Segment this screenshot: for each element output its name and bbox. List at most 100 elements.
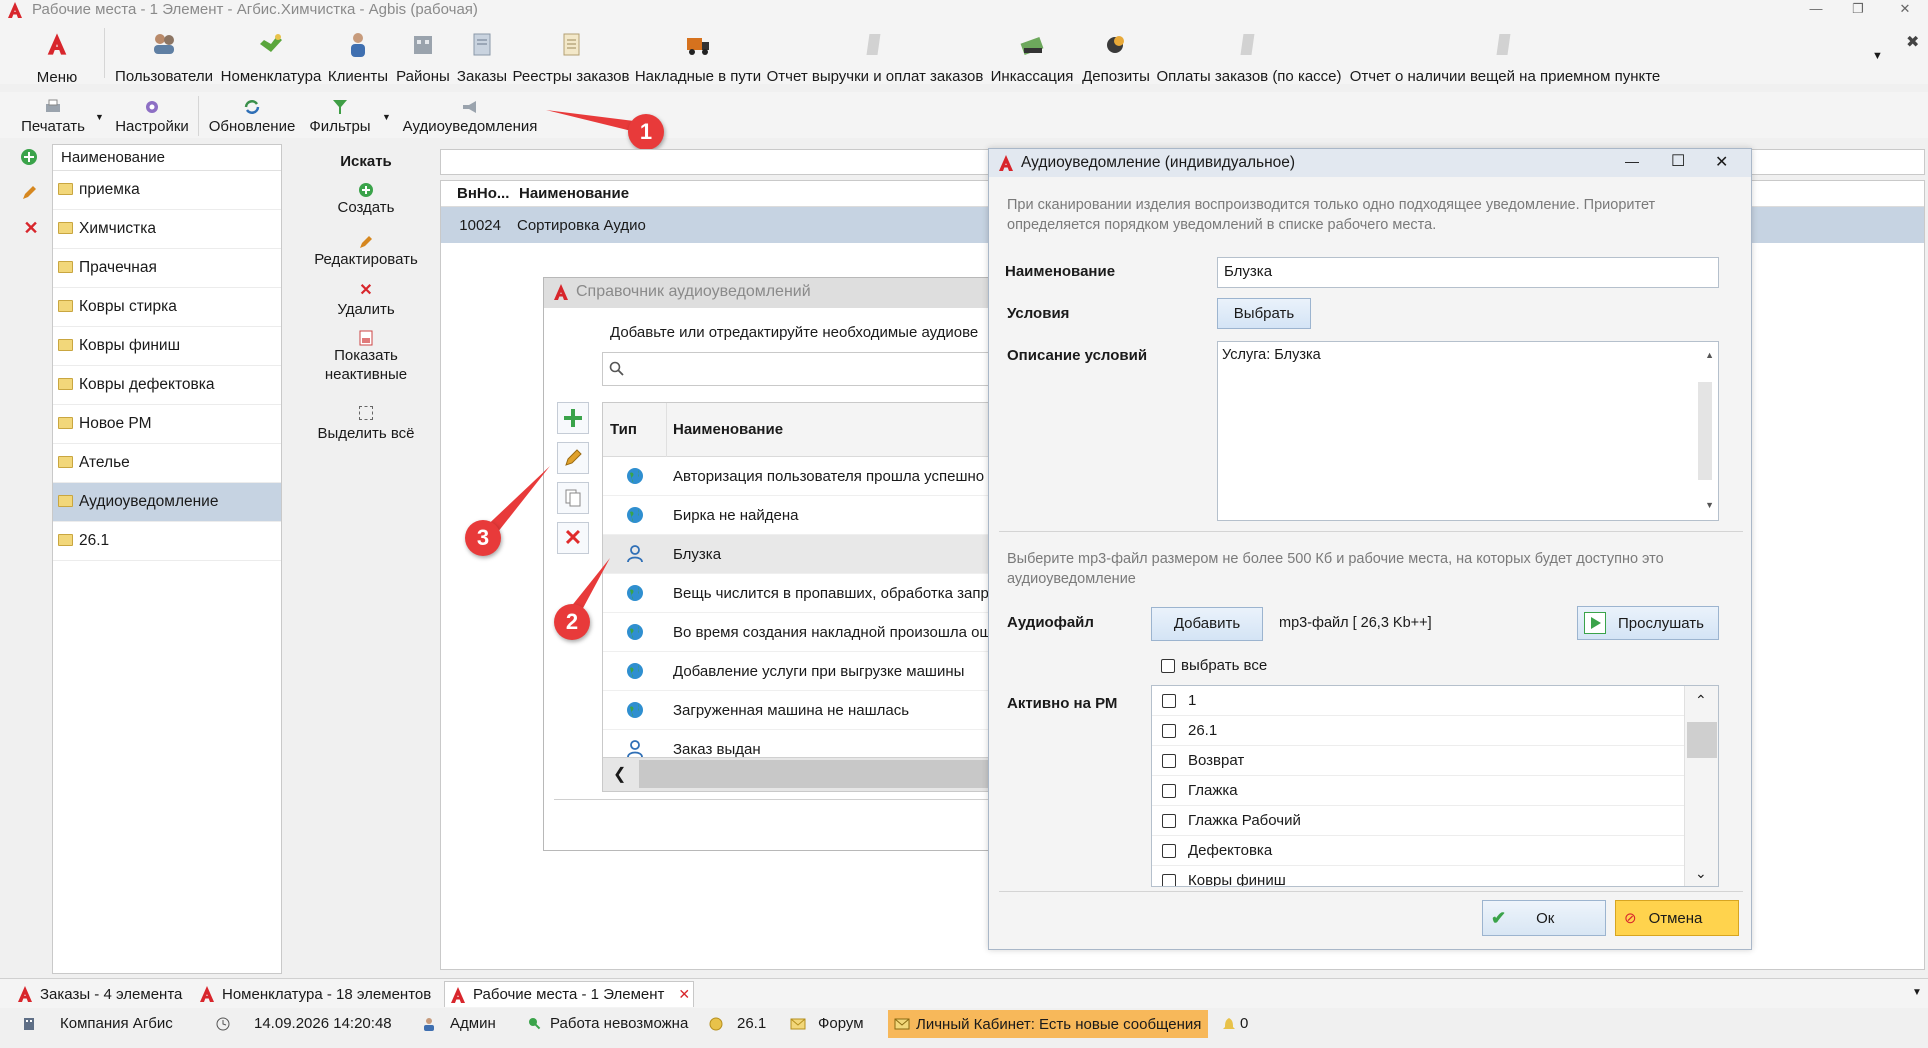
- scroll-down-icon[interactable]: ▼: [1705, 500, 1714, 510]
- tab-nomenclature[interactable]: Номенклатура - 18 элементов: [198, 981, 438, 1007]
- list-item[interactable]: Химчистка: [53, 210, 281, 249]
- table-row[interactable]: Добавление услуги при выгрузке машины: [603, 652, 1013, 691]
- refresh-button[interactable]: Обновление: [205, 98, 299, 138]
- print-button[interactable]: Печатать: [14, 98, 92, 138]
- tab-orders[interactable]: Заказы - 4 элемента: [16, 981, 186, 1007]
- ribbon-items-report-button[interactable]: Отчет о наличии вещей на приемном пункте: [1345, 30, 1665, 85]
- ribbon-revenue-report-button[interactable]: Отчет выручки и оплат заказов: [765, 30, 985, 85]
- list-item[interactable]: Ковры финиш: [53, 327, 281, 366]
- audio-search-input[interactable]: [602, 352, 1002, 386]
- workplace-checkbox-row[interactable]: 26.1: [1152, 716, 1718, 746]
- column-header-name[interactable]: Наименование: [511, 185, 629, 202]
- maximize-icon[interactable]: ☐: [1671, 151, 1685, 171]
- settings-button[interactable]: Настройки: [112, 98, 192, 138]
- table-row[interactable]: Во время создания накладной произошла ош: [603, 613, 1013, 652]
- ribbon-nomenclature-button[interactable]: Номенклатура: [220, 30, 322, 85]
- workplace-checkbox-row[interactable]: Глажка: [1152, 776, 1718, 806]
- checkbox-icon[interactable]: [1162, 753, 1176, 768]
- add-file-button[interactable]: Добавить: [1151, 607, 1263, 641]
- restore-icon[interactable]: ❐: [1846, 0, 1870, 20]
- filters-button[interactable]: Фильтры: [302, 98, 378, 138]
- add-notification-button[interactable]: [557, 402, 589, 434]
- ribbon-orders-button[interactable]: Заказы: [454, 30, 510, 85]
- list-item[interactable]: Новое РМ: [53, 405, 281, 444]
- list-item[interactable]: Аудиоуведомление: [53, 483, 281, 522]
- workplace-checkbox-row[interactable]: Дефектовка: [1152, 836, 1718, 866]
- table-row[interactable]: Вещь числится в пропавших, обработка зап…: [603, 574, 1013, 613]
- vertical-scrollbar[interactable]: ⌃ ⌄: [1684, 686, 1718, 886]
- scroll-up-icon[interactable]: ▲: [1705, 350, 1714, 360]
- ribbon-expand-icon[interactable]: ▼: [1872, 50, 1883, 62]
- delete-icon[interactable]: ✕: [20, 218, 42, 240]
- status-place[interactable]: 26.1: [709, 1015, 766, 1032]
- table-row[interactable]: Бирка не найдена: [603, 496, 1013, 535]
- textarea-scroll-thumb[interactable]: [1698, 382, 1712, 480]
- ok-button[interactable]: ✔ Ок: [1482, 900, 1606, 936]
- audio-notifications-button[interactable]: Аудиоуведомления: [400, 98, 540, 138]
- list-item[interactable]: Прачечная: [53, 249, 281, 288]
- filters-dropdown-icon[interactable]: ▼: [382, 112, 391, 122]
- minimize-icon[interactable]: —: [1625, 153, 1639, 169]
- select-all-action[interactable]: Выделить всё: [300, 406, 432, 443]
- choose-conditions-button[interactable]: Выбрать: [1217, 298, 1311, 329]
- ribbon-collection-button[interactable]: Инкассация: [987, 30, 1077, 85]
- select-all-checkbox[interactable]: выбрать все: [1161, 657, 1267, 674]
- list-item[interactable]: Ковры дефектовка: [53, 366, 281, 405]
- workplace-checkbox-row[interactable]: Возврат: [1152, 746, 1718, 776]
- delete-action[interactable]: ✕ Удалить: [300, 282, 432, 319]
- ribbon-payments-button[interactable]: Оплаты заказов (по кассе): [1155, 30, 1343, 85]
- column-header-name[interactable]: Наименование: [667, 421, 783, 438]
- create-action[interactable]: Создать: [300, 182, 432, 217]
- checkbox-icon[interactable]: [1162, 693, 1176, 708]
- ribbon-clients-button[interactable]: Клиенты: [325, 30, 391, 85]
- add-icon[interactable]: [20, 148, 42, 170]
- scroll-down-icon[interactable]: ⌄: [1695, 865, 1707, 882]
- table-row[interactable]: Блузка: [603, 535, 1013, 574]
- checkbox-icon[interactable]: [1162, 873, 1176, 886]
- name-input[interactable]: Блузка: [1217, 257, 1719, 288]
- show-inactive-action[interactable]: Показать неактивные: [300, 330, 432, 384]
- close-icon[interactable]: ✕: [1715, 152, 1728, 172]
- cancel-button[interactable]: ⊘ Отмена: [1615, 900, 1739, 936]
- list-item[interactable]: 26.1: [53, 522, 281, 561]
- status-work[interactable]: Работа невозможна: [528, 1015, 688, 1032]
- horizontal-scrollbar[interactable]: ❮: [603, 757, 1013, 791]
- edit-action[interactable]: Редактировать: [300, 234, 432, 269]
- scroll-left-icon[interactable]: ❮: [613, 764, 626, 784]
- column-header-type[interactable]: Тип: [603, 403, 667, 457]
- scroll-thumb[interactable]: [639, 760, 1013, 788]
- tabs-dropdown-icon[interactable]: ▼: [1912, 987, 1922, 998]
- list-item[interactable]: Ковры стирка: [53, 288, 281, 327]
- checkbox-icon[interactable]: [1162, 723, 1176, 738]
- list-item[interactable]: Ателье: [53, 444, 281, 483]
- print-dropdown-icon[interactable]: ▼: [95, 112, 104, 122]
- ribbon-districts-button[interactable]: Районы: [394, 30, 452, 85]
- workplace-checkbox-row[interactable]: 1: [1152, 686, 1718, 716]
- search-action[interactable]: Искать: [300, 152, 432, 171]
- list-item[interactable]: приемка: [53, 171, 281, 210]
- minimize-icon[interactable]: —: [1804, 0, 1828, 20]
- close-tab-icon[interactable]: ✕: [678, 986, 690, 1003]
- ribbon-users-button[interactable]: Пользователи: [112, 30, 216, 85]
- listen-button[interactable]: Прослушать: [1577, 606, 1719, 640]
- workplace-checkbox-row[interactable]: Глажка Рабочий: [1152, 806, 1718, 836]
- status-forum[interactable]: Форум: [790, 1015, 864, 1032]
- edit-icon[interactable]: [20, 184, 42, 206]
- tab-workplaces[interactable]: Рабочие места - 1 Элемент ✕: [444, 981, 694, 1007]
- scroll-thumb[interactable]: [1687, 722, 1717, 758]
- ribbon-deposits-button[interactable]: Депозиты: [1079, 30, 1153, 85]
- close-icon[interactable]: ✕: [1893, 0, 1917, 20]
- conditions-description-textarea[interactable]: Услуга: Блузка ▲ ▼: [1217, 341, 1719, 521]
- column-header-id[interactable]: ВнНо...: [441, 185, 511, 202]
- checkbox-icon[interactable]: [1162, 783, 1176, 798]
- ribbon-registry-button[interactable]: Реестры заказов: [512, 30, 630, 85]
- ribbon-waybills-button[interactable]: Накладные в пути: [633, 30, 763, 85]
- menu-button[interactable]: Меню: [24, 28, 90, 86]
- status-notifications[interactable]: 0: [1222, 1015, 1248, 1032]
- table-row[interactable]: Загруженная машина не нашлась: [603, 691, 1013, 730]
- table-row[interactable]: Авторизация пользователя прошла успешно: [603, 457, 1013, 496]
- workplace-checkbox-row[interactable]: Ковры финиш: [1152, 866, 1718, 886]
- scroll-up-icon[interactable]: ⌃: [1695, 692, 1707, 709]
- status-user[interactable]: Админ: [422, 1015, 496, 1032]
- status-cabinet[interactable]: Личный Кабинет: Есть новые сообщения: [888, 1010, 1208, 1038]
